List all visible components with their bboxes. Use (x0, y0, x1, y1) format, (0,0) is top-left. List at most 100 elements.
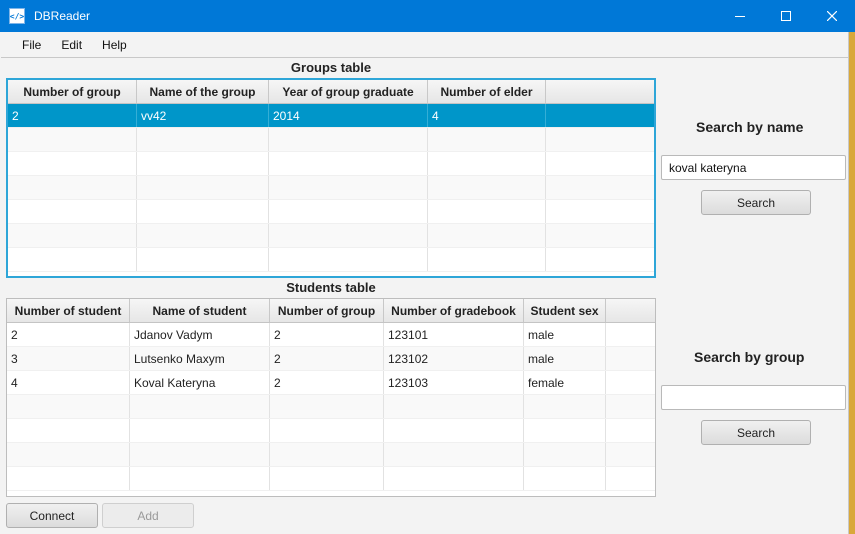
table-cell (270, 419, 384, 442)
table-cell (130, 467, 270, 490)
table-cell (428, 248, 546, 271)
table-cell: 2 (8, 104, 137, 127)
empty-table-row (8, 152, 654, 176)
table-cell (8, 152, 137, 175)
table-cell: 4 (428, 104, 546, 127)
column-header[interactable]: Number of student (7, 299, 130, 322)
table-cell (428, 224, 546, 247)
table-cell (606, 323, 655, 346)
table-cell (8, 128, 137, 151)
column-header[interactable]: Number of group (8, 80, 137, 103)
maximize-button[interactable] (763, 0, 809, 32)
table-cell (130, 443, 270, 466)
menu-file[interactable]: File (12, 38, 51, 52)
background-strip (849, 32, 855, 534)
column-header[interactable]: Number of gradebook (384, 299, 524, 322)
table-cell (269, 224, 428, 247)
window-title: DBReader (34, 9, 91, 23)
students-table-header: Number of student Name of student Number… (7, 299, 655, 323)
table-cell (270, 467, 384, 490)
table-cell (546, 200, 654, 223)
table-cell (137, 152, 269, 175)
table-cell (428, 152, 546, 175)
column-header-filler (606, 299, 655, 322)
table-cell (546, 128, 654, 151)
column-header[interactable]: Name of student (130, 299, 270, 322)
groups-table-title: Groups table (290, 60, 372, 75)
table-cell (546, 152, 654, 175)
menu-edit[interactable]: Edit (51, 38, 92, 52)
table-cell (270, 395, 384, 418)
table-cell (8, 176, 137, 199)
table-cell (606, 419, 655, 442)
table-cell: 4 (7, 371, 130, 394)
table-cell (130, 419, 270, 442)
menu-help[interactable]: Help (92, 38, 137, 52)
table-cell (269, 200, 428, 223)
table-cell: Koval Kateryna (130, 371, 270, 394)
table-cell (606, 467, 655, 490)
close-button[interactable] (809, 0, 855, 32)
table-cell (270, 443, 384, 466)
search-by-group-heading: Search by group (694, 349, 805, 365)
window-controls (717, 0, 855, 32)
table-cell (7, 467, 130, 490)
empty-table-row (8, 248, 654, 272)
table-cell: 2 (270, 323, 384, 346)
table-cell: 123101 (384, 323, 524, 346)
close-icon (827, 11, 837, 21)
table-cell (137, 176, 269, 199)
table-cell (137, 248, 269, 271)
minimize-button[interactable] (717, 0, 763, 32)
column-header[interactable]: Name of the group (137, 80, 269, 103)
table-cell: Lutsenko Maxym (130, 347, 270, 370)
column-header[interactable]: Student sex (524, 299, 606, 322)
table-cell (269, 152, 428, 175)
table-cell (546, 176, 654, 199)
table-cell (546, 248, 654, 271)
groups-table-header: Number of group Name of the group Year o… (8, 80, 654, 104)
table-cell: 2014 (269, 104, 428, 127)
table-cell: 123102 (384, 347, 524, 370)
table-cell: male (524, 347, 606, 370)
table-cell (428, 128, 546, 151)
table-cell (524, 443, 606, 466)
search-group-button[interactable]: Search (701, 420, 811, 445)
students-table-body: 2 Jdanov Vadym 2 123101 male 3 Lutsenko Maxym 2… (7, 323, 655, 491)
table-cell (137, 128, 269, 151)
search-name-button[interactable]: Search (701, 190, 811, 215)
table-cell (269, 128, 428, 151)
table-row[interactable]: 2 vv42 2014 4 (8, 104, 654, 128)
table-cell (384, 395, 524, 418)
column-header[interactable]: Number of group (270, 299, 384, 322)
add-button[interactable]: Add (102, 503, 194, 528)
table-cell (137, 224, 269, 247)
table-cell: 3 (7, 347, 130, 370)
table-cell (524, 467, 606, 490)
table-cell (546, 224, 654, 247)
table-cell (269, 176, 428, 199)
table-cell (428, 200, 546, 223)
minimize-icon (735, 16, 745, 17)
column-header[interactable]: Year of group graduate (269, 80, 428, 103)
column-header-filler (546, 80, 654, 103)
table-row[interactable]: 2 Jdanov Vadym 2 123101 male (7, 323, 655, 347)
table-row[interactable]: 4 Koval Kateryna 2 123103 female (7, 371, 655, 395)
table-cell: 2 (270, 347, 384, 370)
menu-bar: File Edit Help (1, 32, 848, 58)
column-header[interactable]: Number of elder (428, 80, 546, 103)
connect-button[interactable]: Connect (6, 503, 98, 528)
empty-table-row (7, 443, 655, 467)
empty-table-row (8, 176, 654, 200)
groups-table[interactable]: Number of group Name of the group Year o… (6, 78, 656, 278)
table-cell (8, 248, 137, 271)
table-row[interactable]: 3 Lutsenko Maxym 2 123102 male (7, 347, 655, 371)
search-name-input[interactable] (661, 155, 846, 180)
table-cell (606, 371, 655, 394)
students-table[interactable]: Number of student Name of student Number… (6, 298, 656, 497)
table-cell (384, 419, 524, 442)
table-cell (8, 200, 137, 223)
title-bar: </> DBReader (0, 0, 855, 32)
table-cell (606, 347, 655, 370)
search-group-input[interactable] (661, 385, 846, 410)
